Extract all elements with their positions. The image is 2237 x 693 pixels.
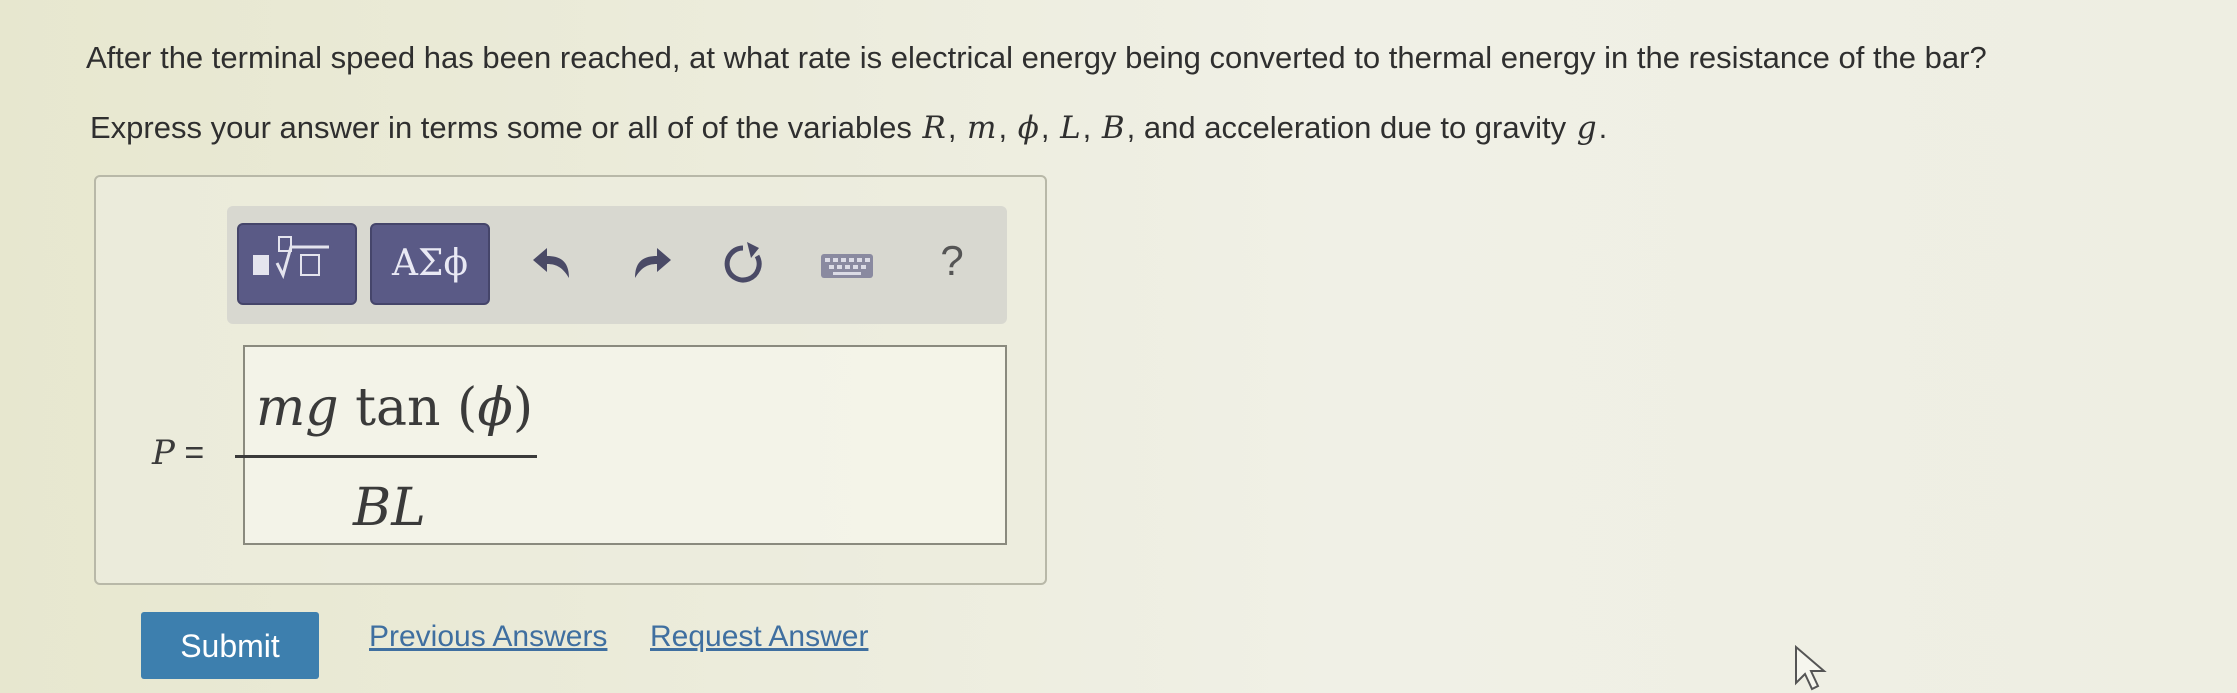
math-toolbar: ΑΣϕ ? xyxy=(227,206,1007,324)
numerator-function: tan xyxy=(355,378,441,438)
instruction-text: Express your answer in terms some or all… xyxy=(90,110,1608,146)
variable-m: m xyxy=(967,110,997,146)
question-text: After the terminal speed has been reache… xyxy=(86,40,1987,75)
templates-button[interactable] xyxy=(237,223,357,305)
variable-g: g xyxy=(1576,110,1597,146)
fraction-bar xyxy=(235,455,537,458)
variable-l: L xyxy=(1060,110,1081,146)
numerator-argument: ϕ xyxy=(477,378,513,438)
numerator-variables: mg xyxy=(256,378,339,438)
mouse-cursor-icon xyxy=(1795,644,1827,691)
numerator-open-paren: ( xyxy=(440,378,478,438)
redo-icon[interactable] xyxy=(619,234,679,294)
answer-label-equals: = xyxy=(174,434,205,472)
answer-label: P = xyxy=(152,433,204,473)
undo-icon[interactable] xyxy=(525,234,585,294)
submit-button[interactable]: Submit xyxy=(141,612,319,679)
keyboard-icon[interactable] xyxy=(815,234,879,294)
templates-icon xyxy=(253,236,329,280)
variable-b: B xyxy=(1101,110,1125,146)
numerator-close-paren: ) xyxy=(512,378,534,438)
previous-answers-link[interactable]: Previous Answers xyxy=(369,620,607,654)
help-button[interactable]: ? xyxy=(927,226,977,296)
variable-r: R xyxy=(922,110,946,146)
answer-numerator[interactable]: mg tan (ϕ) xyxy=(256,378,533,438)
instruction-and-text: , and acceleration due to gravity xyxy=(1126,110,1567,145)
instruction-prefix: Express your answer in terms some or all… xyxy=(90,110,912,145)
answer-denominator[interactable]: BL xyxy=(353,478,426,538)
help-icon: ? xyxy=(940,237,964,284)
instruction-period: . xyxy=(1598,110,1608,145)
greek-symbols-button[interactable]: ΑΣϕ xyxy=(370,223,490,305)
answer-label-variable: P xyxy=(152,433,175,473)
request-answer-link[interactable]: Request Answer xyxy=(650,620,868,654)
variable-phi: ϕ xyxy=(1017,110,1039,146)
reset-icon[interactable] xyxy=(713,234,773,294)
